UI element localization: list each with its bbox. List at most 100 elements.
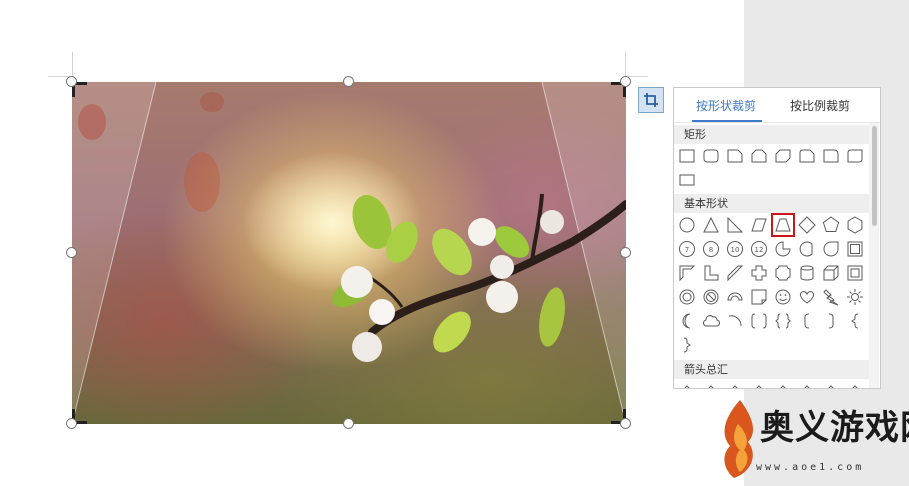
diagonal-stripe-icon	[727, 265, 744, 282]
shape-folded-corner[interactable]	[750, 288, 768, 306]
section-arrows: 箭头总汇	[674, 360, 869, 379]
shape-double-brace[interactable]	[774, 312, 792, 330]
shape-arrow-stub[interactable]	[846, 382, 864, 388]
shape-arrow-stub[interactable]	[726, 382, 744, 388]
shape-ellipse[interactable]	[678, 216, 696, 234]
teardrop-icon	[823, 241, 839, 257]
heptagon-icon: 7	[679, 241, 695, 257]
shape-snip-same[interactable]	[750, 147, 768, 165]
rect-small-icon	[679, 174, 695, 186]
photo-artwork	[72, 82, 626, 424]
shape-plaque[interactable]	[774, 264, 792, 282]
shape-dodecagon[interactable]: 12	[750, 240, 768, 258]
watermark-brand: 奥义游戏网	[760, 408, 909, 448]
cropped-photo[interactable]	[72, 82, 626, 424]
shape-heart[interactable]	[798, 288, 816, 306]
shape-hexagon[interactable]	[846, 216, 864, 234]
shape-l-shape[interactable]	[702, 264, 720, 282]
shape-snip-one[interactable]	[726, 147, 744, 165]
can-icon	[800, 265, 814, 281]
shape-right-brace[interactable]	[678, 336, 696, 354]
shape-left-bracket[interactable]	[798, 312, 816, 330]
shape-rect[interactable]	[678, 147, 696, 165]
resize-handle-top-left[interactable]	[66, 76, 77, 87]
shape-right-bracket[interactable]	[822, 312, 840, 330]
shape-rect-small[interactable]	[678, 171, 696, 189]
tab-crop-by-ratio[interactable]: 按比例裁剪	[790, 97, 850, 114]
shape-donut[interactable]	[678, 288, 696, 306]
shape-arrow-stub[interactable]	[822, 382, 840, 388]
folded-corner-icon	[751, 289, 767, 305]
shape-arrow-stub[interactable]	[774, 382, 792, 388]
shape-frame[interactable]	[846, 240, 864, 258]
resize-handle-left[interactable]	[66, 247, 77, 258]
shape-smiley[interactable]	[774, 288, 792, 306]
shape-arrow-stub[interactable]	[798, 382, 816, 388]
shape-left-brace[interactable]	[846, 312, 864, 330]
shape-arrow-stub[interactable]	[702, 382, 720, 388]
parallelogram-icon	[751, 218, 767, 232]
resize-handle-bottom-right[interactable]	[620, 418, 631, 429]
panel-scrollbar-thumb[interactable]	[872, 126, 877, 226]
arrow-stub-icon	[732, 385, 738, 388]
shape-cube[interactable]	[822, 264, 840, 282]
sun-icon	[847, 289, 863, 305]
shape-heptagon[interactable]: 7	[678, 240, 696, 258]
shape-arrow-stub[interactable]	[678, 382, 696, 388]
shape-half-frame[interactable]	[678, 264, 696, 282]
triangle-icon	[703, 216, 719, 233]
resize-handle-top[interactable]	[343, 76, 354, 87]
shape-diagonal-stripe[interactable]	[726, 264, 744, 282]
crop-tabs: 按形状裁剪 按比例裁剪	[674, 88, 880, 123]
shape-snip-round[interactable]	[798, 147, 816, 165]
shape-round-diag[interactable]	[846, 147, 864, 165]
shape-block-arc[interactable]	[726, 288, 744, 306]
shape-lightning[interactable]	[822, 288, 840, 306]
shape-sun[interactable]	[846, 288, 864, 306]
shape-plus[interactable]	[750, 264, 768, 282]
tab-crop-by-shape[interactable]: 按形状裁剪	[696, 97, 756, 114]
shape-parallelogram[interactable]	[750, 216, 768, 234]
frame-icon	[847, 241, 863, 257]
shape-can[interactable]	[798, 264, 816, 282]
crop-icon	[644, 93, 658, 107]
shape-arc[interactable]	[726, 312, 744, 330]
resize-handle-right[interactable]	[620, 247, 631, 258]
shape-pentagon[interactable]	[822, 216, 840, 234]
shape-snip-diag[interactable]	[774, 147, 792, 165]
resize-handle-bottom[interactable]	[343, 418, 354, 429]
shape-round-rect[interactable]	[702, 147, 720, 165]
shape-pie[interactable]	[774, 240, 792, 258]
watermark: 奥义游戏网 www.aoe1.com	[690, 392, 909, 486]
smiley-icon	[775, 289, 791, 305]
resize-handle-bottom-left[interactable]	[66, 418, 77, 429]
shape-round-one[interactable]	[822, 147, 840, 165]
right-bracket-icon	[828, 313, 834, 329]
blossom	[352, 332, 382, 362]
cloud-icon	[702, 315, 720, 327]
shape-triangle[interactable]	[702, 216, 720, 234]
shape-no-symbol[interactable]	[702, 288, 720, 306]
arrow-stub-icon	[804, 385, 810, 388]
shape-double-bracket[interactable]	[750, 312, 768, 330]
hexagon-icon	[847, 216, 863, 234]
shape-octagon[interactable]: 8	[702, 240, 720, 258]
resize-handle-top-right[interactable]	[620, 76, 631, 87]
shape-chord[interactable]	[798, 240, 816, 258]
left-brace-icon	[851, 313, 859, 329]
shape-trapezoid[interactable]	[771, 213, 795, 237]
round-one-icon	[823, 149, 839, 163]
ellipse-icon	[679, 217, 695, 233]
shape-right-triangle[interactable]	[726, 216, 744, 234]
shape-decagon[interactable]: 10	[726, 240, 744, 258]
no-symbol-icon	[703, 289, 719, 305]
shape-moon[interactable]	[678, 312, 696, 330]
arrow-stub-icon	[684, 385, 690, 388]
arrow-stub-icon	[852, 385, 858, 388]
shape-bevel[interactable]	[846, 264, 864, 282]
crop-button[interactable]	[638, 87, 664, 113]
shape-diamond[interactable]	[798, 216, 816, 234]
shape-teardrop[interactable]	[822, 240, 840, 258]
shape-arrow-stub[interactable]	[750, 382, 768, 388]
shape-cloud[interactable]	[702, 312, 720, 330]
